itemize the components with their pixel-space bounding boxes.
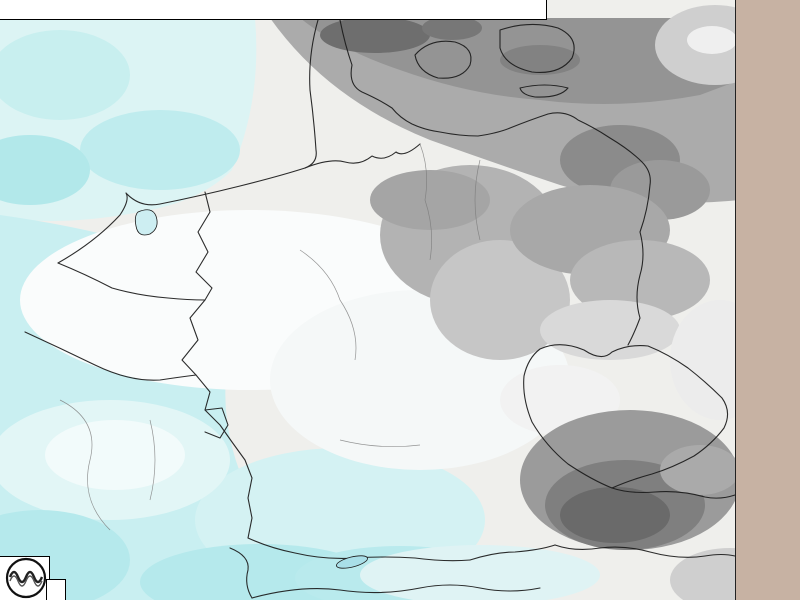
cloud-cover-scale [736,0,800,600]
metmaps-logo [0,556,50,600]
cloud-shading [0,5,790,600]
weather-map[interactable] [0,0,800,600]
metmaps-app [0,0,800,600]
legend-panel [735,0,800,600]
title-bar [0,0,547,20]
copyright-bar [46,579,66,600]
